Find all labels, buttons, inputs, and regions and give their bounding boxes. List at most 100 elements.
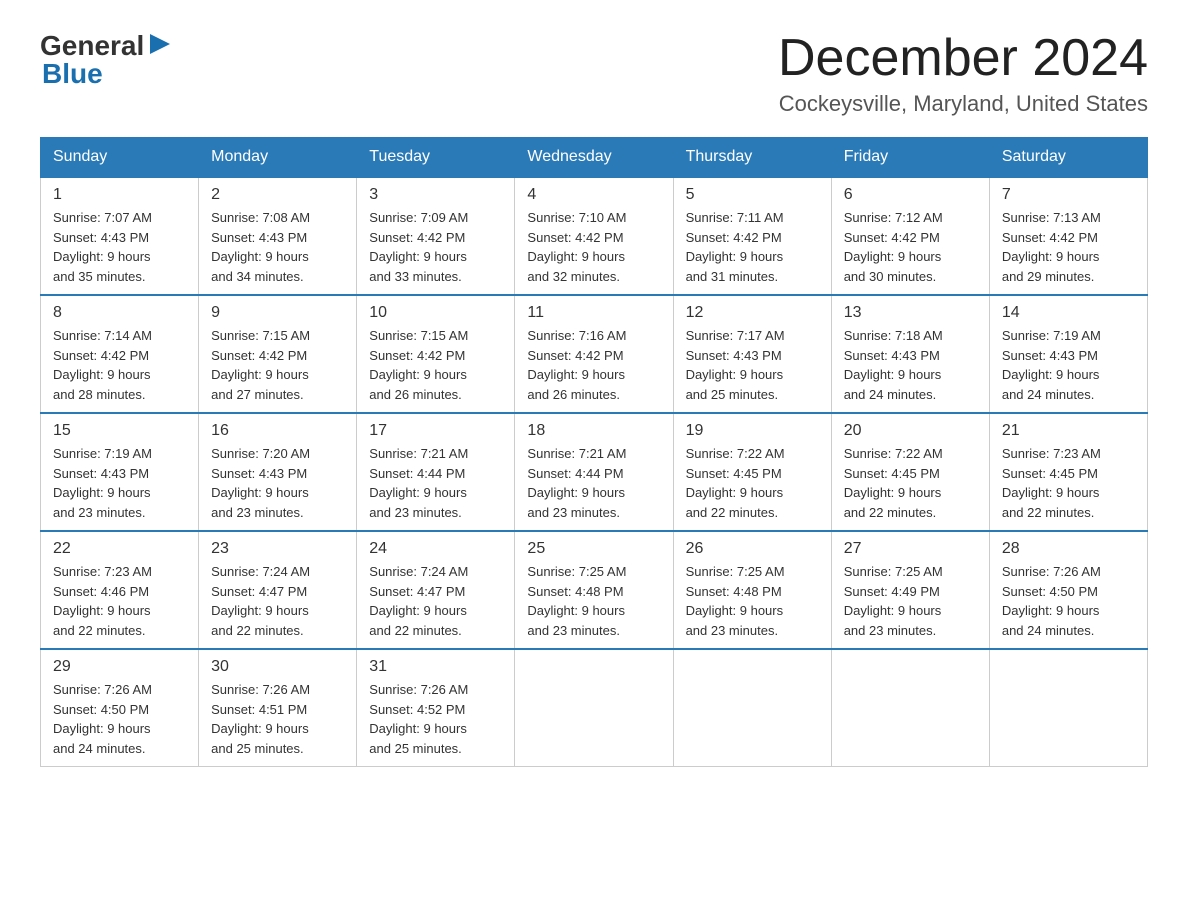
day-info: Sunrise: 7:16 AM Sunset: 4:42 PM Dayligh… [527, 326, 660, 404]
day-number: 29 [53, 658, 186, 676]
day-info: Sunrise: 7:22 AM Sunset: 4:45 PM Dayligh… [844, 444, 977, 522]
day-number: 4 [527, 186, 660, 204]
table-row: 16 Sunrise: 7:20 AM Sunset: 4:43 PM Dayl… [199, 413, 357, 531]
table-row [989, 649, 1147, 767]
day-info: Sunrise: 7:25 AM Sunset: 4:48 PM Dayligh… [686, 562, 819, 640]
day-info: Sunrise: 7:24 AM Sunset: 4:47 PM Dayligh… [369, 562, 502, 640]
day-number: 2 [211, 186, 344, 204]
day-number: 9 [211, 304, 344, 322]
table-row: 15 Sunrise: 7:19 AM Sunset: 4:43 PM Dayl… [41, 413, 199, 531]
logo-blue-text: Blue [42, 58, 103, 89]
day-number: 27 [844, 540, 977, 558]
table-row: 7 Sunrise: 7:13 AM Sunset: 4:42 PM Dayli… [989, 177, 1147, 295]
day-number: 13 [844, 304, 977, 322]
col-monday: Monday [199, 138, 357, 178]
day-info: Sunrise: 7:22 AM Sunset: 4:45 PM Dayligh… [686, 444, 819, 522]
day-info: Sunrise: 7:18 AM Sunset: 4:43 PM Dayligh… [844, 326, 977, 404]
table-row: 13 Sunrise: 7:18 AM Sunset: 4:43 PM Dayl… [831, 295, 989, 413]
day-info: Sunrise: 7:21 AM Sunset: 4:44 PM Dayligh… [527, 444, 660, 522]
day-number: 3 [369, 186, 502, 204]
calendar-header-row: Sunday Monday Tuesday Wednesday Thursday… [41, 138, 1148, 178]
table-row: 25 Sunrise: 7:25 AM Sunset: 4:48 PM Dayl… [515, 531, 673, 649]
day-number: 26 [686, 540, 819, 558]
logo: General Blue [40, 30, 174, 90]
table-row: 10 Sunrise: 7:15 AM Sunset: 4:42 PM Dayl… [357, 295, 515, 413]
table-row: 1 Sunrise: 7:07 AM Sunset: 4:43 PM Dayli… [41, 177, 199, 295]
day-info: Sunrise: 7:21 AM Sunset: 4:44 PM Dayligh… [369, 444, 502, 522]
day-info: Sunrise: 7:13 AM Sunset: 4:42 PM Dayligh… [1002, 208, 1135, 286]
day-number: 31 [369, 658, 502, 676]
table-row: 4 Sunrise: 7:10 AM Sunset: 4:42 PM Dayli… [515, 177, 673, 295]
calendar-week-row: 8 Sunrise: 7:14 AM Sunset: 4:42 PM Dayli… [41, 295, 1148, 413]
table-row: 23 Sunrise: 7:24 AM Sunset: 4:47 PM Dayl… [199, 531, 357, 649]
month-title: December 2024 [778, 30, 1148, 87]
day-number: 1 [53, 186, 186, 204]
day-info: Sunrise: 7:17 AM Sunset: 4:43 PM Dayligh… [686, 326, 819, 404]
logo-arrow-icon [146, 30, 174, 58]
table-row: 8 Sunrise: 7:14 AM Sunset: 4:42 PM Dayli… [41, 295, 199, 413]
day-number: 21 [1002, 422, 1135, 440]
day-info: Sunrise: 7:14 AM Sunset: 4:42 PM Dayligh… [53, 326, 186, 404]
table-row: 12 Sunrise: 7:17 AM Sunset: 4:43 PM Dayl… [673, 295, 831, 413]
day-info: Sunrise: 7:07 AM Sunset: 4:43 PM Dayligh… [53, 208, 186, 286]
day-info: Sunrise: 7:09 AM Sunset: 4:42 PM Dayligh… [369, 208, 502, 286]
day-info: Sunrise: 7:26 AM Sunset: 4:50 PM Dayligh… [1002, 562, 1135, 640]
day-info: Sunrise: 7:23 AM Sunset: 4:46 PM Dayligh… [53, 562, 186, 640]
calendar-table: Sunday Monday Tuesday Wednesday Thursday… [40, 137, 1148, 767]
day-number: 10 [369, 304, 502, 322]
table-row: 9 Sunrise: 7:15 AM Sunset: 4:42 PM Dayli… [199, 295, 357, 413]
day-number: 17 [369, 422, 502, 440]
col-sunday: Sunday [41, 138, 199, 178]
day-info: Sunrise: 7:25 AM Sunset: 4:48 PM Dayligh… [527, 562, 660, 640]
day-number: 24 [369, 540, 502, 558]
day-number: 11 [527, 304, 660, 322]
day-number: 18 [527, 422, 660, 440]
table-row: 11 Sunrise: 7:16 AM Sunset: 4:42 PM Dayl… [515, 295, 673, 413]
location-title: Cockeysville, Maryland, United States [778, 91, 1148, 117]
day-number: 22 [53, 540, 186, 558]
table-row: 30 Sunrise: 7:26 AM Sunset: 4:51 PM Dayl… [199, 649, 357, 767]
day-number: 25 [527, 540, 660, 558]
col-tuesday: Tuesday [357, 138, 515, 178]
day-number: 30 [211, 658, 344, 676]
day-info: Sunrise: 7:19 AM Sunset: 4:43 PM Dayligh… [1002, 326, 1135, 404]
day-number: 15 [53, 422, 186, 440]
day-info: Sunrise: 7:24 AM Sunset: 4:47 PM Dayligh… [211, 562, 344, 640]
col-saturday: Saturday [989, 138, 1147, 178]
table-row: 20 Sunrise: 7:22 AM Sunset: 4:45 PM Dayl… [831, 413, 989, 531]
table-row [673, 649, 831, 767]
day-info: Sunrise: 7:12 AM Sunset: 4:42 PM Dayligh… [844, 208, 977, 286]
day-number: 16 [211, 422, 344, 440]
table-row: 14 Sunrise: 7:19 AM Sunset: 4:43 PM Dayl… [989, 295, 1147, 413]
day-info: Sunrise: 7:11 AM Sunset: 4:42 PM Dayligh… [686, 208, 819, 286]
day-number: 14 [1002, 304, 1135, 322]
day-number: 6 [844, 186, 977, 204]
table-row: 19 Sunrise: 7:22 AM Sunset: 4:45 PM Dayl… [673, 413, 831, 531]
table-row: 27 Sunrise: 7:25 AM Sunset: 4:49 PM Dayl… [831, 531, 989, 649]
day-info: Sunrise: 7:26 AM Sunset: 4:52 PM Dayligh… [369, 680, 502, 758]
table-row: 29 Sunrise: 7:26 AM Sunset: 4:50 PM Dayl… [41, 649, 199, 767]
table-row: 22 Sunrise: 7:23 AM Sunset: 4:46 PM Dayl… [41, 531, 199, 649]
day-number: 23 [211, 540, 344, 558]
day-info: Sunrise: 7:26 AM Sunset: 4:50 PM Dayligh… [53, 680, 186, 758]
calendar-week-row: 1 Sunrise: 7:07 AM Sunset: 4:43 PM Dayli… [41, 177, 1148, 295]
table-row: 17 Sunrise: 7:21 AM Sunset: 4:44 PM Dayl… [357, 413, 515, 531]
table-row: 18 Sunrise: 7:21 AM Sunset: 4:44 PM Dayl… [515, 413, 673, 531]
col-friday: Friday [831, 138, 989, 178]
day-number: 5 [686, 186, 819, 204]
table-row: 5 Sunrise: 7:11 AM Sunset: 4:42 PM Dayli… [673, 177, 831, 295]
page-header: General Blue December 2024 Cockeysville,… [40, 30, 1148, 117]
calendar-week-row: 22 Sunrise: 7:23 AM Sunset: 4:46 PM Dayl… [41, 531, 1148, 649]
day-info: Sunrise: 7:20 AM Sunset: 4:43 PM Dayligh… [211, 444, 344, 522]
table-row [515, 649, 673, 767]
day-info: Sunrise: 7:25 AM Sunset: 4:49 PM Dayligh… [844, 562, 977, 640]
day-info: Sunrise: 7:10 AM Sunset: 4:42 PM Dayligh… [527, 208, 660, 286]
table-row: 24 Sunrise: 7:24 AM Sunset: 4:47 PM Dayl… [357, 531, 515, 649]
day-number: 28 [1002, 540, 1135, 558]
day-info: Sunrise: 7:23 AM Sunset: 4:45 PM Dayligh… [1002, 444, 1135, 522]
day-info: Sunrise: 7:26 AM Sunset: 4:51 PM Dayligh… [211, 680, 344, 758]
table-row: 2 Sunrise: 7:08 AM Sunset: 4:43 PM Dayli… [199, 177, 357, 295]
day-number: 7 [1002, 186, 1135, 204]
title-area: December 2024 Cockeysville, Maryland, Un… [778, 30, 1148, 117]
day-number: 20 [844, 422, 977, 440]
